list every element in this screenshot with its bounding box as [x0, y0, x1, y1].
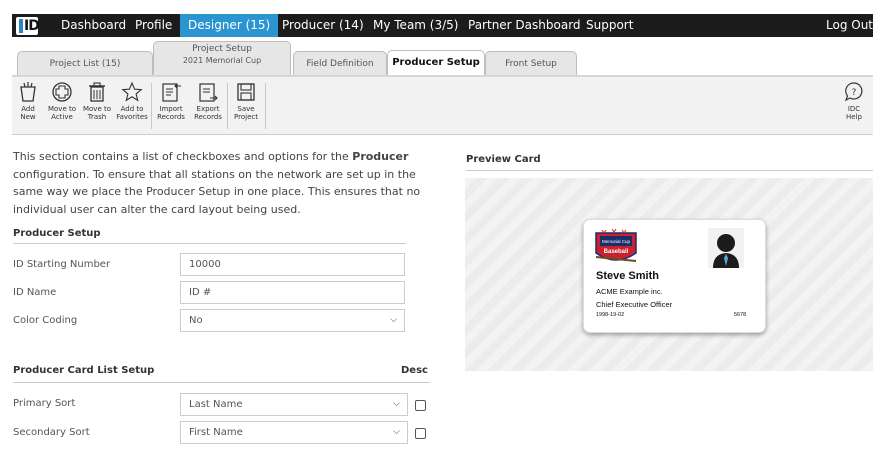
add-new-icon [20, 82, 36, 102]
card-list-setup-title: Producer Card List Setup [13, 365, 155, 376]
move-active-label2: Active [51, 113, 73, 121]
tab-front-setup[interactable]: Front Setup [485, 51, 577, 76]
save-project-label2: Project [234, 113, 258, 121]
move-active-label1: Move to [47, 105, 77, 113]
move-active-icon [52, 82, 72, 102]
help-button[interactable]: ? IDC Help [840, 81, 868, 131]
add-new-label2: New [20, 113, 36, 121]
preview-card-title: Preview Card [466, 154, 541, 165]
chevron-down-icon: ⌵ [390, 315, 397, 325]
add-new-label1: Add [21, 105, 35, 113]
chevron-down-icon: ⌵ [393, 399, 400, 409]
save-icon [237, 83, 255, 101]
intro-paragraph: This section contains a list of checkbox… [13, 148, 433, 218]
nav-my-team[interactable]: My Team (3/5) [367, 14, 464, 37]
import-records-label1: Import [159, 105, 183, 113]
intro-text-bold: Producer [352, 150, 409, 163]
id-name-input[interactable]: ID # [180, 281, 405, 304]
app-logo[interactable]: ID [16, 17, 40, 35]
logo-bar [19, 19, 23, 33]
intro-text-end: configuration. To ensure that all statio… [13, 167, 421, 216]
secondary-sort-label: Secondary Sort [13, 427, 90, 438]
add-favorites-label2: Favorites [116, 113, 148, 121]
id-name-value: ID # [189, 287, 212, 298]
producer-setup-title: Producer Setup [13, 228, 101, 239]
logo-text: ID [24, 18, 40, 34]
color-coding-label: Color Coding [13, 315, 78, 326]
tab-producer-setup[interactable]: Producer Setup [387, 50, 485, 77]
toolbar: Add New Move to Active Move to Trash Add… [12, 77, 873, 135]
secondary-sort-value: First Name [189, 427, 243, 438]
nav-designer[interactable]: Designer (15) [180, 14, 279, 37]
export-icon [199, 83, 218, 102]
star-icon [121, 81, 143, 102]
id-starting-number-input[interactable]: 10000 [180, 253, 405, 276]
nav-partner-dashboard[interactable]: Partner Dashboard [462, 14, 587, 37]
logout-link[interactable]: Log Out [820, 14, 873, 37]
navbar: ID Dashboard Profile Designer (15) Produ… [12, 14, 873, 37]
nav-profile[interactable]: Profile [129, 14, 178, 37]
tab-project-setup-sub: 2021 Memorial Cup [182, 56, 262, 65]
primary-sort-desc-checkbox[interactable] [415, 400, 426, 411]
primary-sort-label: Primary Sort [13, 398, 76, 409]
id-name-label: ID Name [13, 287, 57, 298]
section-divider [13, 243, 406, 244]
top-navigation: ID Dashboard Profile Designer (15) Produ… [0, 0, 873, 37]
avatar-photo [708, 228, 744, 268]
help-label2: Help [846, 113, 862, 121]
export-records-label1: Export [196, 105, 220, 113]
desc-column-label: Desc [401, 365, 428, 376]
color-coding-select[interactable]: No ⌵ [180, 309, 405, 332]
add-favorites-label1: Add to [120, 105, 144, 113]
baseball-logo: Memorial Cup Baseball [595, 228, 637, 262]
tab-project-list[interactable]: Project List (15) [17, 51, 153, 76]
import-records-button[interactable]: Import Records [153, 81, 189, 131]
move-active-button[interactable]: Move to Active [45, 81, 79, 131]
move-trash-label1: Move to [82, 105, 112, 113]
tab-field-definition[interactable]: Field Definition [293, 51, 387, 76]
nav-producer[interactable]: Producer (14) [276, 14, 370, 37]
svg-text:?: ? [852, 88, 857, 98]
save-project-button[interactable]: Save Project [229, 81, 263, 131]
export-records-label2: Records [194, 113, 222, 121]
logo-line2: Baseball [604, 249, 629, 255]
import-records-label2: Records [157, 113, 185, 121]
secondary-sort-select[interactable]: First Name ⌵ [180, 421, 408, 444]
toolbar-separator [265, 83, 266, 129]
tab-project-setup[interactable]: Project Setup 2021 Memorial Cup [153, 41, 291, 75]
logo-line1: Memorial Cup [602, 239, 631, 244]
card-date: 1998-19-02 [596, 312, 625, 318]
export-records-button[interactable]: Export Records [190, 81, 226, 131]
id-starting-number-label: ID Starting Number [13, 259, 111, 270]
card-company: ACME Example inc. [596, 287, 663, 296]
card-number: 5678 [734, 312, 747, 318]
color-coding-value: No [189, 315, 203, 326]
intro-text-start: This section contains a list of checkbox… [13, 150, 353, 163]
chevron-down-icon: ⌵ [393, 427, 400, 437]
card-job-title: Chief Executive Officer [596, 300, 673, 309]
nav-support[interactable]: Support [580, 14, 639, 37]
help-icon: ? [844, 82, 863, 102]
trash-icon [89, 82, 105, 102]
toolbar-separator [151, 83, 152, 129]
section-divider [466, 170, 873, 171]
primary-sort-select[interactable]: Last Name ⌵ [180, 393, 408, 416]
move-trash-label2: Trash [87, 113, 107, 121]
save-project-label1: Save [237, 105, 255, 113]
id-starting-number-value: 10000 [189, 259, 221, 270]
section-divider [13, 382, 430, 383]
add-favorites-button[interactable]: Add to Favorites [115, 81, 149, 131]
move-trash-button[interactable]: Move to Trash [80, 81, 114, 131]
nav-dashboard[interactable]: Dashboard [55, 14, 132, 37]
help-label1: IDC [847, 105, 861, 113]
import-icon [162, 83, 181, 102]
tab-project-setup-label: Project Setup [192, 44, 252, 54]
toolbar-separator [227, 83, 228, 129]
add-new-button[interactable]: Add New [14, 81, 42, 131]
primary-sort-value: Last Name [189, 399, 243, 410]
secondary-sort-desc-checkbox[interactable] [415, 428, 426, 439]
card-name: Steve Smith [596, 270, 659, 282]
preview-id-card: Memorial Cup Baseball Steve Smith ACME E… [583, 219, 766, 333]
tab-strip: Project List (15) Project Setup 2021 Mem… [12, 37, 873, 77]
